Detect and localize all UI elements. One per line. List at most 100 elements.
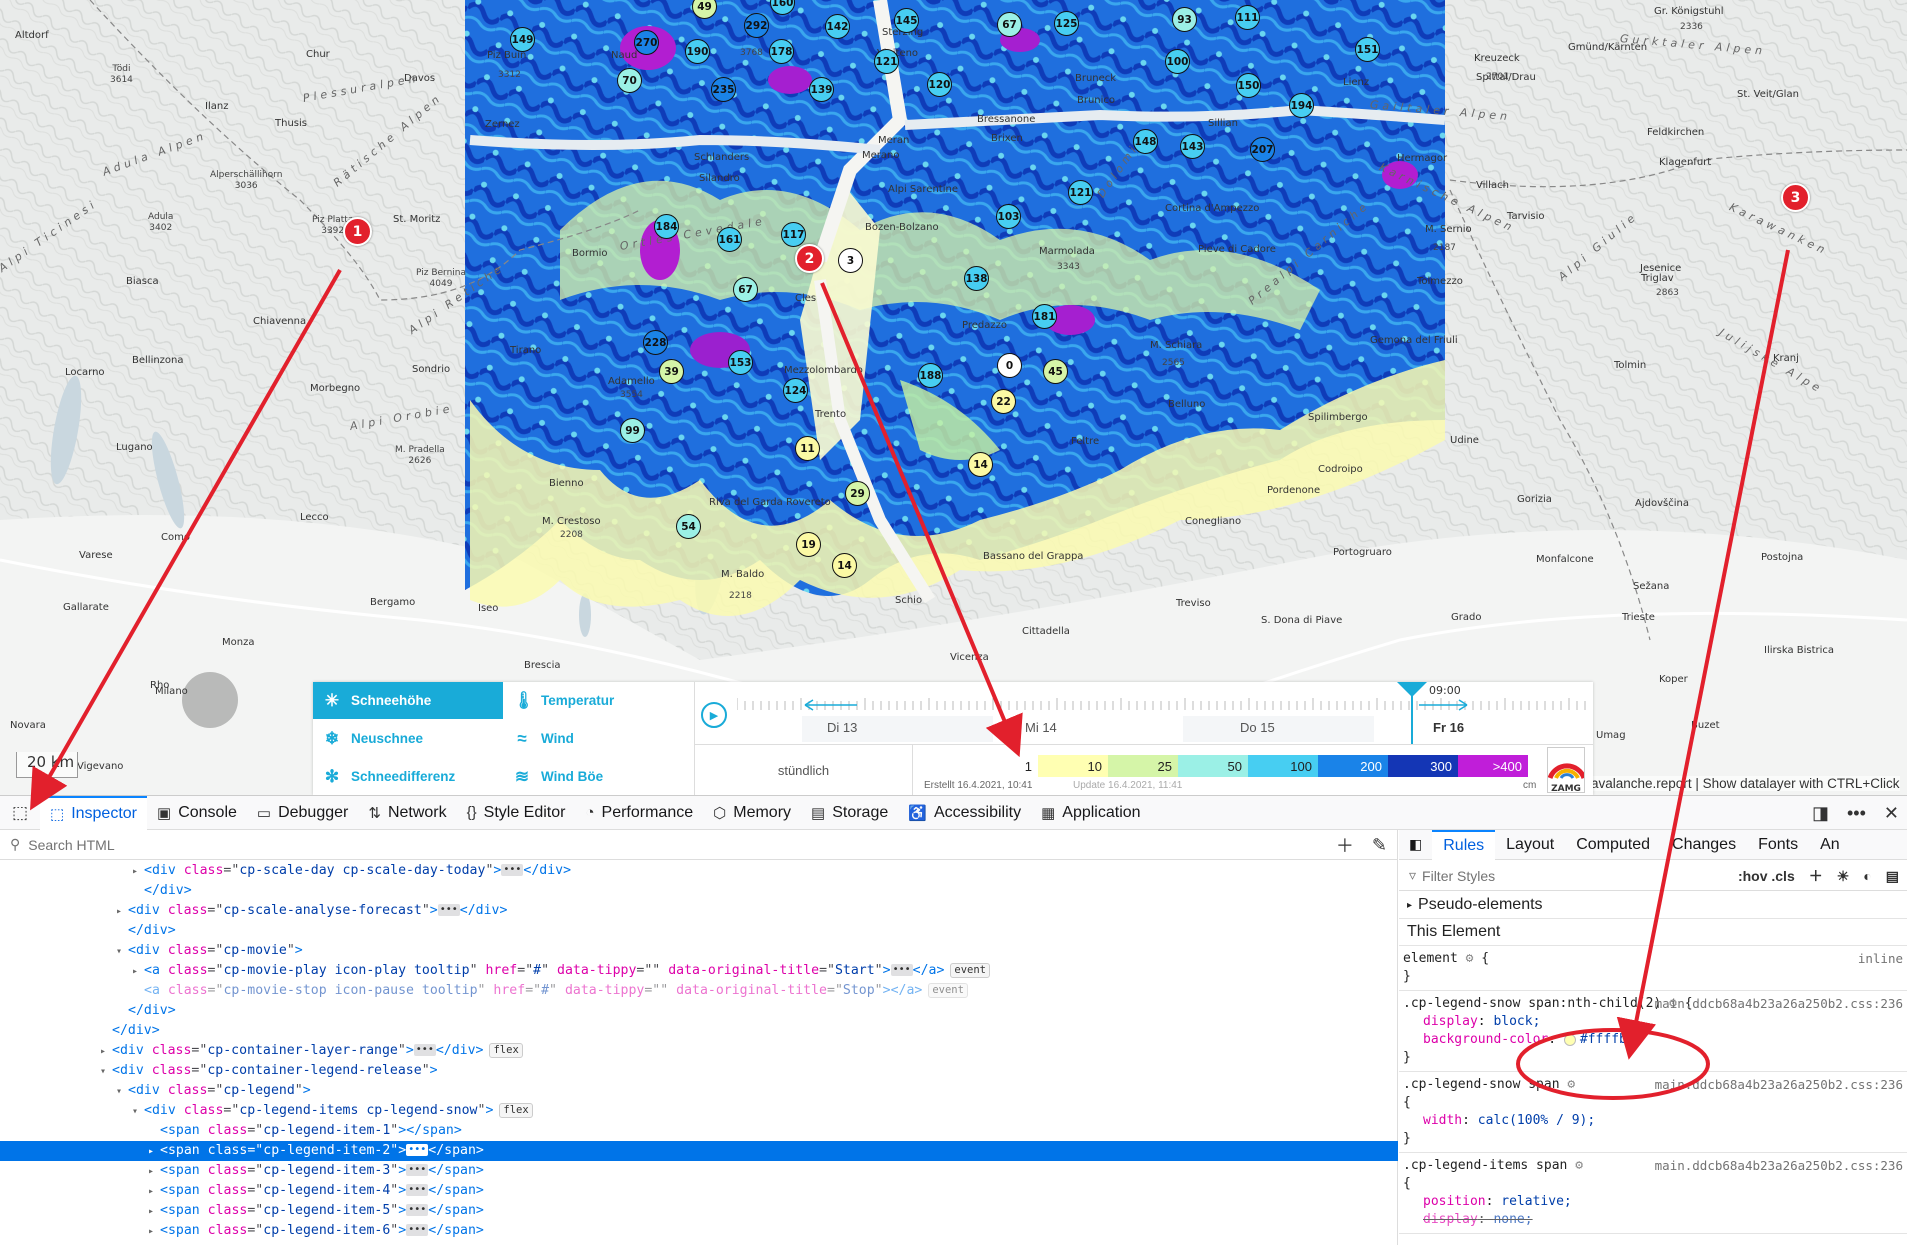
- snow-station-marker[interactable]: 67: [997, 12, 1022, 37]
- snow-station-marker[interactable]: 149: [510, 27, 535, 52]
- html-node[interactable]: ▸ <span class="cp-legend-item-5"> ••• </spa…: [0, 1201, 1398, 1221]
- dark-theme-icon[interactable]: ◐: [1863, 868, 1871, 884]
- snow-station-marker[interactable]: 190: [685, 39, 710, 64]
- node-twisty[interactable]: ▸: [132, 862, 144, 882]
- html-node[interactable]: </div>: [0, 921, 1398, 941]
- add-node-icon[interactable]: ＋: [1336, 832, 1354, 858]
- gear-icon[interactable]: ⚙: [1458, 951, 1481, 966]
- css-rule[interactable]: main.ddcb68a4b23a26a250b2.css:236 .cp-leg…: [1399, 1153, 1907, 1234]
- devtools-tab-debugger[interactable]: ▭ Debugger: [247, 796, 358, 830]
- layer-button-schneedifferenz[interactable]: ✻ Schneedifferenz: [313, 758, 503, 795]
- node-twisty[interactable]: ▸: [148, 1222, 160, 1242]
- sidebar-tab-layout[interactable]: Layout: [1495, 830, 1565, 860]
- html-node[interactable]: </div>: [0, 1001, 1398, 1021]
- html-search-bar[interactable]: ⚲ Search HTML: [0, 830, 1398, 860]
- sidebar-layout-toggle-icon[interactable]: ◧: [1399, 836, 1432, 853]
- html-node[interactable]: ▸ <div class="cp-scale-analyse-forecast">…: [0, 901, 1398, 921]
- html-node[interactable]: ▸ <a class="cp-movie-play icon-play toolt…: [0, 961, 1398, 981]
- snow-station-marker[interactable]: 3: [838, 248, 863, 273]
- devtools-tab-performance[interactable]: ◔ Performance: [575, 796, 703, 830]
- html-node[interactable]: </div>: [0, 1021, 1398, 1041]
- sidebar-tab-computed[interactable]: Computed: [1565, 830, 1661, 860]
- rule-source-link[interactable]: main.ddcb68a4b23a26a250b2.css:236: [1655, 1076, 1903, 1094]
- snow-station-marker[interactable]: 93: [1172, 7, 1197, 32]
- print-media-icon[interactable]: ▤: [1886, 868, 1899, 885]
- rule-source-link[interactable]: main.ddcb68a4b23a26a250b2.css:236: [1655, 1157, 1903, 1175]
- html-node[interactable]: ▸ <div class="cp-scale-day cp-scale-day-t…: [0, 861, 1398, 881]
- sidebar-tab-an[interactable]: An: [1809, 830, 1851, 860]
- css-declaration[interactable]: background-color: #ffffb2;: [1403, 1031, 1903, 1049]
- color-swatch[interactable]: [1563, 1033, 1576, 1046]
- snow-station-marker[interactable]: 19: [796, 532, 821, 557]
- layer-button-temperatur[interactable]: 🌡 Temperatur: [503, 682, 694, 719]
- devtools-tab-accessibility[interactable]: ♿ Accessibility: [898, 796, 1031, 830]
- snow-station-marker[interactable]: 145: [894, 8, 919, 33]
- snow-station-marker[interactable]: 39: [659, 359, 684, 384]
- node-twisty[interactable]: ▸: [148, 1202, 160, 1222]
- more-options-icon[interactable]: •••: [1847, 803, 1866, 824]
- snow-station-marker[interactable]: 22: [991, 389, 1016, 414]
- play-button[interactable]: ▶: [701, 702, 727, 728]
- devtools-tab-memory[interactable]: ⬡ Memory: [703, 796, 801, 830]
- devtools-tab-application[interactable]: ▦ Application: [1031, 796, 1150, 830]
- snow-station-marker[interactable]: 124: [783, 378, 808, 403]
- html-node[interactable]: ▾ <div class="cp-legend-items cp-legend-s…: [0, 1101, 1398, 1121]
- snow-station-marker[interactable]: 111: [1235, 5, 1260, 30]
- devtools-tab-network[interactable]: ⇅ Network: [358, 796, 456, 830]
- layer-button-wind-boee[interactable]: ≋ Wind Böe: [503, 758, 694, 795]
- snow-station-marker[interactable]: 150: [1236, 73, 1261, 98]
- node-twisty[interactable]: ▸: [116, 902, 128, 922]
- html-search-input[interactable]: Search HTML: [28, 837, 114, 853]
- node-twisty[interactable]: ▾: [116, 1082, 128, 1102]
- css-rule[interactable]: main.ddcb68a4b23a26a250b2.css:236 .cp-leg…: [1399, 991, 1907, 1072]
- eyedropper-icon[interactable]: ✎: [1372, 835, 1387, 856]
- collapsed-children[interactable]: •••: [413, 1044, 436, 1056]
- filter-styles-input[interactable]: Filter Styles: [1422, 868, 1495, 884]
- snow-station-marker[interactable]: 292: [744, 13, 769, 38]
- collapsed-children[interactable]: •••: [406, 1144, 429, 1156]
- snow-station-marker[interactable]: 67: [733, 277, 758, 302]
- css-rule[interactable]: inline element ⚙ {}: [1399, 946, 1907, 991]
- sidebar-tab-changes[interactable]: Changes: [1661, 830, 1747, 860]
- snow-station-marker[interactable]: 161: [717, 227, 742, 252]
- snow-station-marker[interactable]: 142: [825, 14, 850, 39]
- snow-station-marker[interactable]: 54: [676, 514, 701, 539]
- collapsed-children[interactable]: •••: [406, 1204, 429, 1216]
- map-attribution[interactable]: avalanche.report | Show datalayer with C…: [1591, 776, 1900, 791]
- snow-station-marker[interactable]: 29: [845, 481, 870, 506]
- snow-station-marker[interactable]: 153: [728, 350, 753, 375]
- snow-station-marker[interactable]: 228: [643, 330, 668, 355]
- event-badge[interactable]: event: [928, 982, 968, 998]
- css-declaration[interactable]: display: block;: [1403, 1013, 1903, 1031]
- node-twisty[interactable]: ▸: [148, 1142, 160, 1162]
- layer-button-wind[interactable]: ≈ Wind: [503, 720, 694, 757]
- snow-station-marker[interactable]: 151: [1355, 37, 1380, 62]
- css-rule[interactable]: main.ddcb68a4b23a26a250b2.css:236 .cp-leg…: [1399, 1072, 1907, 1153]
- snow-station-marker[interactable]: 148: [1133, 129, 1158, 154]
- event-badge[interactable]: event: [950, 962, 990, 978]
- collapsed-children[interactable]: •••: [437, 904, 460, 916]
- element-picker-button[interactable]: ⬚: [0, 796, 40, 830]
- html-node[interactable]: </div>: [0, 881, 1398, 901]
- layer-button-schneehoehe[interactable]: ✳ Schneehöhe: [313, 682, 503, 719]
- rule-source-link[interactable]: main.ddcb68a4b23a26a250b2.css:236: [1655, 995, 1903, 1013]
- map-area[interactable]: Altdorf Chur Davos Ilanz Thusis St. Moritz Chi…: [0, 0, 1907, 795]
- gear-icon[interactable]: ⚙: [1567, 1158, 1583, 1173]
- node-twisty[interactable]: ▸: [100, 1042, 112, 1062]
- snow-station-marker[interactable]: 103: [996, 204, 1021, 229]
- sidebar-tab-rules[interactable]: Rules: [1432, 829, 1496, 860]
- devtools-tab-inspector[interactable]: ⬚ Inspector: [40, 795, 147, 830]
- snow-station-marker[interactable]: 45: [1043, 359, 1068, 384]
- flex-badge[interactable]: flex: [499, 1102, 533, 1118]
- node-twisty[interactable]: ▾: [116, 942, 128, 962]
- collapsed-children[interactable]: •••: [406, 1184, 429, 1196]
- html-node[interactable]: ▸ <span class="cp-legend-item-4"> ••• </spa…: [0, 1181, 1398, 1201]
- html-node[interactable]: ▾ <div class="cp-container-legend-release…: [0, 1061, 1398, 1081]
- node-twisty[interactable]: ▸: [148, 1162, 160, 1182]
- devtools-tab-storage[interactable]: ▤ Storage: [801, 796, 898, 830]
- gear-icon[interactable]: ⚙: [1560, 1077, 1575, 1092]
- dock-side-icon[interactable]: ◨: [1812, 803, 1829, 824]
- devtools-tab-style-editor[interactable]: {} Style Editor: [457, 796, 576, 830]
- css-declaration[interactable]: display: none;: [1403, 1211, 1903, 1229]
- collapsed-children[interactable]: •••: [890, 964, 913, 976]
